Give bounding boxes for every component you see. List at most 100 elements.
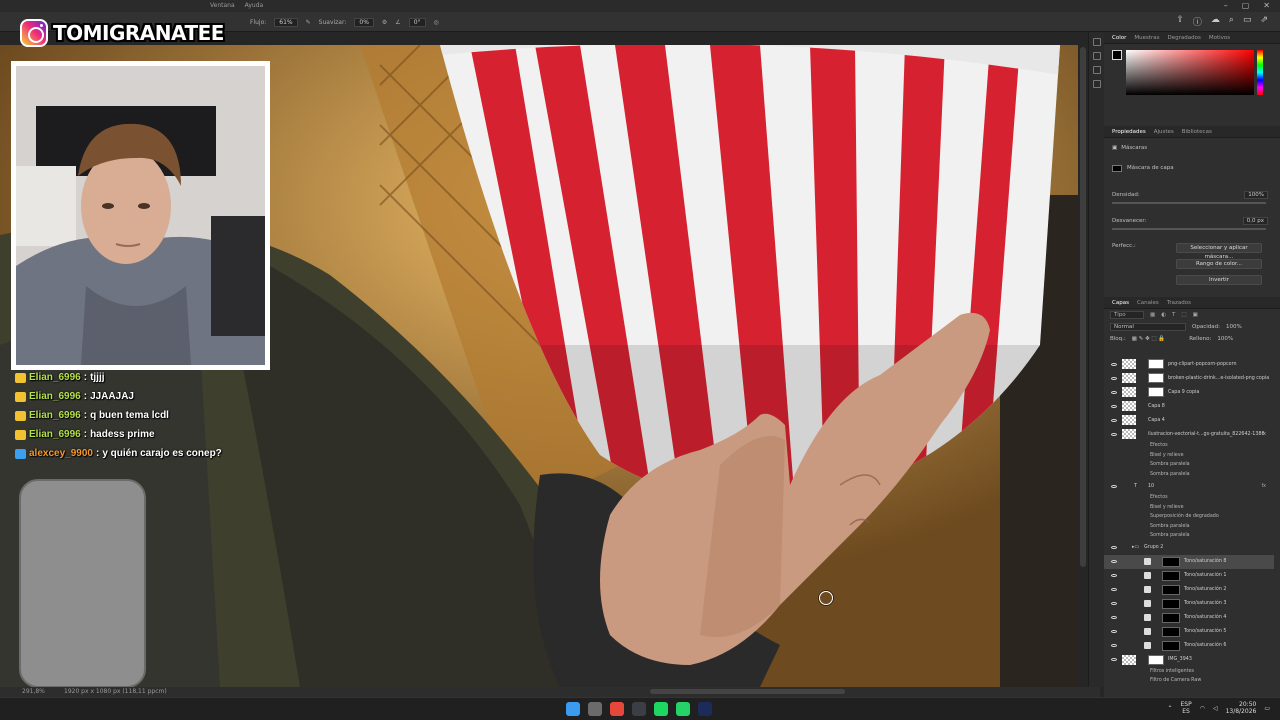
scroll-thumb[interactable] — [1080, 47, 1086, 567]
layer-mask-thumbnail[interactable] — [1148, 387, 1164, 397]
layer-effect-row[interactable]: Superposición de degradado — [1104, 512, 1274, 522]
tab-swatches[interactable]: Muestras — [1134, 35, 1159, 41]
layer-mask-thumbnail[interactable] — [1148, 654, 1164, 665]
visibility-eye-icon[interactable] — [1111, 644, 1117, 647]
airbrush-icon[interactable]: ✎ — [306, 19, 311, 26]
hue-slider[interactable] — [1257, 50, 1263, 95]
visibility-eye-icon[interactable] — [1111, 432, 1117, 436]
canvas-vertical-scrollbar[interactable] — [1078, 45, 1088, 687]
chrome-icon[interactable] — [610, 702, 624, 716]
tab-libraries[interactable]: Bibliotecas — [1182, 129, 1212, 135]
invert-button[interactable]: Invertir — [1176, 275, 1262, 285]
layer-row[interactable]: Tono/saturación 5 — [1104, 625, 1274, 639]
minimize-button[interactable]: – — [1224, 1, 1228, 10]
volume-icon[interactable]: ◁ — [1213, 705, 1218, 712]
smoothing-input[interactable]: 0% — [354, 18, 374, 27]
workspace-icon[interactable]: ▭ — [1243, 15, 1252, 28]
fx-icon[interactable]: fx — [1261, 432, 1266, 437]
layer-row[interactable]: Tono/saturación 8 — [1104, 554, 1274, 569]
layer-row[interactable]: Tono/saturación 3 — [1104, 597, 1274, 611]
whatsapp-icon[interactable] — [676, 702, 690, 716]
tab-layers[interactable]: Capas — [1112, 300, 1129, 306]
layer-kind-filter[interactable]: Tipo — [1110, 311, 1144, 319]
filter-smart-icon[interactable]: ▣ — [1193, 312, 1198, 318]
spotify-icon[interactable] — [654, 702, 668, 716]
layer-mask-thumbnail[interactable] — [1162, 640, 1180, 651]
history-icon[interactable] — [1092, 38, 1101, 46]
pressure-icon[interactable]: ◎ — [434, 19, 439, 26]
flow-input[interactable]: 61% — [274, 18, 298, 27]
layer-row[interactable]: png-clipart-popcorn-popcorn — [1104, 357, 1274, 371]
notification-icon[interactable]: ▭ — [1264, 705, 1270, 712]
opacity-input[interactable]: 100% — [1226, 324, 1242, 330]
visibility-eye-icon[interactable] — [1111, 390, 1117, 394]
filter-pixel-icon[interactable]: ▦ — [1150, 312, 1155, 318]
select-and-mask-button[interactable]: Seleccionar y aplicar máscara... — [1176, 243, 1262, 260]
density-slider[interactable] — [1112, 202, 1266, 204]
filter-type-icon[interactable]: T — [1172, 312, 1175, 318]
layer-effect-row[interactable]: Sombra paralela — [1104, 470, 1274, 480]
visibility-eye-icon[interactable] — [1111, 560, 1117, 563]
visibility-eye-icon[interactable] — [1111, 588, 1117, 591]
input-language[interactable]: ESP ES — [1180, 701, 1191, 715]
density-input[interactable]: 100% — [1244, 191, 1268, 199]
layer-mask-thumbnail[interactable] — [1162, 584, 1180, 595]
clock[interactable]: 20:50 13/8/2026 — [1226, 701, 1257, 715]
visibility-eye-icon[interactable] — [1111, 602, 1117, 605]
blend-mode-select[interactable]: Normal — [1110, 323, 1186, 331]
visibility-eye-icon[interactable] — [1111, 630, 1117, 633]
feather-slider[interactable] — [1112, 228, 1266, 230]
angle-input[interactable]: 0° — [408, 18, 426, 27]
filter-adjust-icon[interactable]: ◐ — [1161, 312, 1166, 318]
layer-row[interactable]: Capa 8 — [1104, 399, 1274, 413]
layer-row[interactable]: Tono/saturación 1 — [1104, 569, 1274, 583]
tab-paths[interactable]: Trazados — [1167, 300, 1191, 306]
layer-row[interactable]: Capa 9 copia — [1104, 385, 1274, 399]
layer-row[interactable]: T 10 fx — [1104, 479, 1274, 493]
adjustments-icon[interactable] — [1092, 52, 1101, 60]
visibility-eye-icon[interactable] — [1111, 546, 1117, 549]
tab-color[interactable]: Color — [1112, 35, 1126, 41]
visibility-eye-icon[interactable] — [1111, 658, 1117, 661]
visibility-eye-icon[interactable] — [1111, 616, 1117, 619]
layer-row[interactable]: Capa 4 — [1104, 413, 1274, 427]
lock-icons[interactable]: ▦ ✎ ✥ ⬚ 🔒 — [1132, 336, 1165, 342]
steam-icon[interactable] — [632, 702, 646, 716]
layer-effect-row[interactable]: Efectos — [1104, 493, 1274, 503]
paragraph-icon[interactable] — [1092, 80, 1101, 88]
color-range-button[interactable]: Rango de color... — [1176, 259, 1262, 269]
search-icon[interactable]: ⌕ — [1229, 15, 1234, 28]
share-icon[interactable]: ⇪ — [1176, 15, 1184, 28]
tab-properties[interactable]: Propiedades — [1112, 129, 1146, 135]
layer-effect-row[interactable]: Bisel y relieve — [1104, 503, 1274, 513]
info-icon[interactable]: ⓘ — [1193, 15, 1202, 28]
tab-channels[interactable]: Canales — [1137, 300, 1159, 306]
windows-start-icon[interactable] — [566, 702, 580, 716]
layer-effect-row[interactable]: Sombra paralela — [1104, 522, 1274, 532]
layer-effect-row[interactable]: Efectos — [1104, 441, 1274, 451]
tab-adjustments[interactable]: Ajustes — [1154, 129, 1174, 135]
layer-mask-thumbnail[interactable] — [1162, 598, 1180, 609]
visibility-eye-icon[interactable] — [1111, 574, 1117, 577]
brush-settings-icon[interactable] — [1092, 66, 1101, 74]
color-picker-field[interactable] — [1126, 50, 1254, 95]
close-button[interactable]: ✕ — [1263, 1, 1270, 10]
tab-gradients[interactable]: Degradados — [1168, 35, 1201, 41]
layer-mask-thumbnail[interactable] — [1148, 359, 1164, 369]
cloud-icon[interactable]: ☁ — [1211, 15, 1220, 28]
menu-ayuda[interactable]: Ayuda — [245, 2, 264, 9]
gear-icon[interactable]: ⚙ — [382, 19, 387, 26]
layer-effect-row[interactable]: Sombra paralela — [1104, 531, 1274, 541]
share-ext-icon[interactable]: ⇗ — [1260, 15, 1268, 28]
layer-row[interactable]: Tono/saturación 2 — [1104, 583, 1274, 597]
layer-row[interactable]: broken-plastic-drink...e-isolated-png co… — [1104, 371, 1274, 385]
menu-ventana[interactable]: Ventana — [210, 2, 235, 9]
layer-row[interactable]: Tono/saturación 6 — [1104, 639, 1274, 653]
visibility-eye-icon[interactable] — [1111, 362, 1117, 366]
layer-effect-row[interactable]: Filtros inteligentes — [1104, 667, 1274, 677]
layer-mask-thumbnail[interactable] — [1162, 570, 1180, 581]
canvas-horizontal-scrollbar[interactable] — [650, 689, 845, 694]
layer-effect-row[interactable]: Filtro de Camera Raw — [1104, 676, 1274, 686]
settings-icon[interactable] — [588, 702, 602, 716]
feather-input[interactable]: 0,0 px — [1242, 217, 1268, 225]
